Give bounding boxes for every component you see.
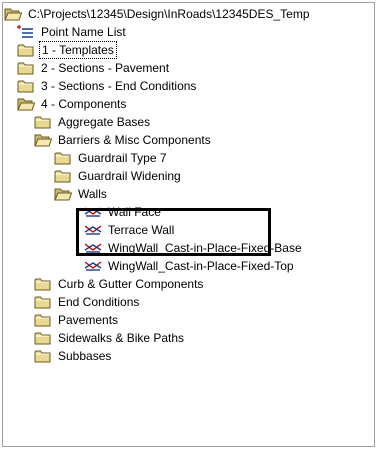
folder-icon (17, 60, 35, 76)
tree-item-label: Guardrail Type 7 (78, 151, 167, 165)
open-folder-icon (34, 132, 52, 148)
tree-item-label: Point Name List (41, 25, 126, 39)
template-icon (84, 258, 102, 274)
folder-icon (34, 294, 52, 310)
template-icon (84, 240, 102, 256)
tree-item-label: 1 - Templates (39, 41, 117, 59)
tree-item-sections-pavement[interactable]: 2 - Sections - Pavement (17, 59, 171, 77)
template-library-tree[interactable]: C:\Projects\12345\Design\InRoads\12345DE… (2, 2, 375, 447)
tree-item-aggregate-bases[interactable]: Aggregate Bases (34, 113, 152, 131)
folder-icon (34, 312, 52, 328)
tree-item-wingwall-top[interactable]: WingWall_Cast-in-Place-Fixed-Top (84, 257, 296, 275)
template-icon (84, 222, 102, 238)
tree-item-root[interactable]: C:\Projects\12345\Design\InRoads\12345DE… (4, 5, 312, 23)
tree-item-label: Aggregate Bases (58, 115, 151, 129)
tree-item-wingwall-base[interactable]: WingWall_Cast-in-Place-Fixed-Base (84, 239, 304, 257)
tree-item-label: Curb & Gutter Components (58, 277, 204, 291)
folder-icon (34, 330, 52, 346)
tree-item-curb-gutter[interactable]: Curb & Gutter Components (34, 275, 205, 293)
tree-item-templates[interactable]: 1 - Templates (17, 41, 117, 59)
tree-item-wall-face[interactable]: Wall Face (84, 203, 163, 221)
folder-icon (34, 114, 52, 130)
tree-item-label: Barriers & Misc Components (58, 133, 211, 147)
tree-item-sidewalks[interactable]: Sidewalks & Bike Paths (34, 329, 186, 347)
tree-item-label: Walls (78, 187, 107, 201)
tree-item-label: 3 - Sections - End Conditions (41, 79, 197, 93)
folder-icon (54, 150, 72, 166)
tree-item-label: C:\Projects\12345\Design\InRoads\12345DE… (28, 7, 310, 21)
tree-item-guardrail-widening[interactable]: Guardrail Widening (54, 167, 183, 185)
tree-item-label: Subbases (58, 349, 112, 363)
folder-icon (34, 276, 52, 292)
folder-icon (34, 348, 52, 364)
tree-item-label: 2 - Sections - Pavement (41, 61, 170, 75)
tree-item-barriers-misc[interactable]: Barriers & Misc Components (34, 131, 213, 149)
list-icon (17, 24, 35, 40)
open-folder-icon (4, 6, 22, 22)
open-folder-icon (54, 186, 72, 202)
tree-item-guardrail-type-7[interactable]: Guardrail Type 7 (54, 149, 169, 167)
tree-item-label: WingWall_Cast-in-Place-Fixed-Top (108, 259, 294, 273)
tree-item-label: Guardrail Widening (78, 169, 181, 183)
template-icon (84, 204, 102, 220)
folder-icon (54, 168, 72, 184)
tree-item-label: WingWall_Cast-in-Place-Fixed-Base (108, 241, 302, 255)
tree-item-point-name-list[interactable]: Point Name List (17, 23, 128, 41)
open-folder-icon (17, 96, 35, 112)
tree-item-label: 4 - Components (41, 97, 127, 111)
tree-item-end-conditions[interactable]: End Conditions (34, 293, 141, 311)
folder-icon (17, 42, 35, 58)
tree-item-label: Terrace Wall (108, 223, 175, 237)
tree-item-walls[interactable]: Walls (54, 185, 109, 203)
tree-item-sections-end-conditions[interactable]: 3 - Sections - End Conditions (17, 77, 198, 95)
tree-item-subbases[interactable]: Subbases (34, 347, 113, 365)
tree-item-terrace-wall[interactable]: Terrace Wall (84, 221, 176, 239)
folder-icon (17, 78, 35, 94)
tree-item-label: End Conditions (58, 295, 140, 309)
tree-item-label: Pavements (58, 313, 119, 327)
tree-item-label: Wall Face (108, 205, 161, 219)
tree-item-pavements[interactable]: Pavements (34, 311, 120, 329)
tree-item-components[interactable]: 4 - Components (17, 95, 128, 113)
tree-item-label: Sidewalks & Bike Paths (58, 331, 185, 345)
